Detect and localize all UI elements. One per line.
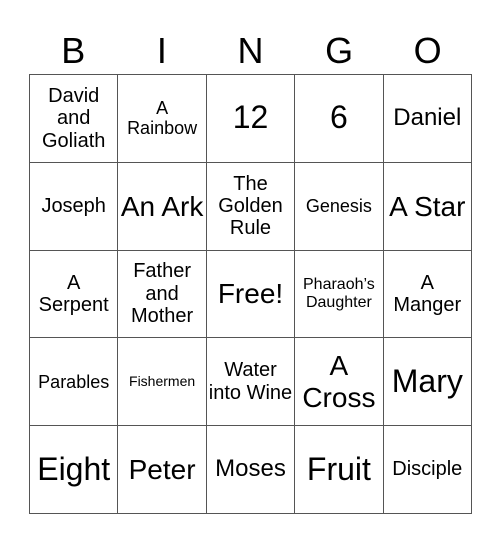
bingo-cell[interactable]: 6 — [295, 75, 384, 163]
bingo-cell[interactable]: Moses — [206, 426, 296, 514]
bingo-cell[interactable]: Disciple — [383, 426, 472, 514]
bingo-grid: David and Goliath A Rainbow 12 6 Daniel … — [29, 74, 472, 514]
bingo-cell[interactable]: Peter — [118, 426, 207, 514]
bingo-cell[interactable]: A Star — [383, 162, 472, 251]
free-space-cell[interactable]: Free! — [206, 250, 296, 339]
bingo-cell[interactable]: A Rainbow — [118, 75, 207, 163]
bingo-cell[interactable]: Fishermen — [118, 338, 207, 427]
bingo-cell[interactable]: Eight — [30, 426, 119, 514]
header-letter-g: G — [325, 30, 354, 71]
bingo-cell[interactable]: David and Goliath — [30, 75, 119, 163]
bingo-cell[interactable]: 12 — [206, 75, 296, 163]
header-letter-o: O — [413, 30, 442, 71]
bingo-cell[interactable]: Fruit — [295, 426, 384, 514]
header-letter-i: I — [156, 30, 167, 71]
header-letter-b: B — [61, 30, 86, 71]
bingo-cell[interactable]: A Serpent — [30, 250, 119, 339]
bingo-cell[interactable]: Water into Wine — [206, 338, 296, 427]
bingo-cell[interactable]: Joseph — [30, 162, 119, 251]
bingo-cell[interactable]: Daniel — [383, 75, 472, 163]
bingo-cell[interactable]: Mary — [383, 338, 472, 427]
bingo-cell[interactable]: The Golden Rule — [206, 162, 296, 251]
bingo-cell[interactable]: An Ark — [118, 162, 207, 251]
bingo-cell[interactable]: A Manger — [383, 250, 472, 339]
bingo-cell[interactable]: Genesis — [295, 162, 384, 251]
bingo-cell[interactable]: Parables — [30, 338, 119, 427]
bingo-cell[interactable]: Pharaoh’s Daughter — [295, 250, 384, 339]
bingo-cell[interactable]: A Cross — [295, 338, 384, 427]
bingo-cell[interactable]: Father and Mother — [118, 250, 207, 339]
bingo-header: B I N G O — [29, 28, 472, 74]
header-letter-n: N — [237, 30, 264, 71]
